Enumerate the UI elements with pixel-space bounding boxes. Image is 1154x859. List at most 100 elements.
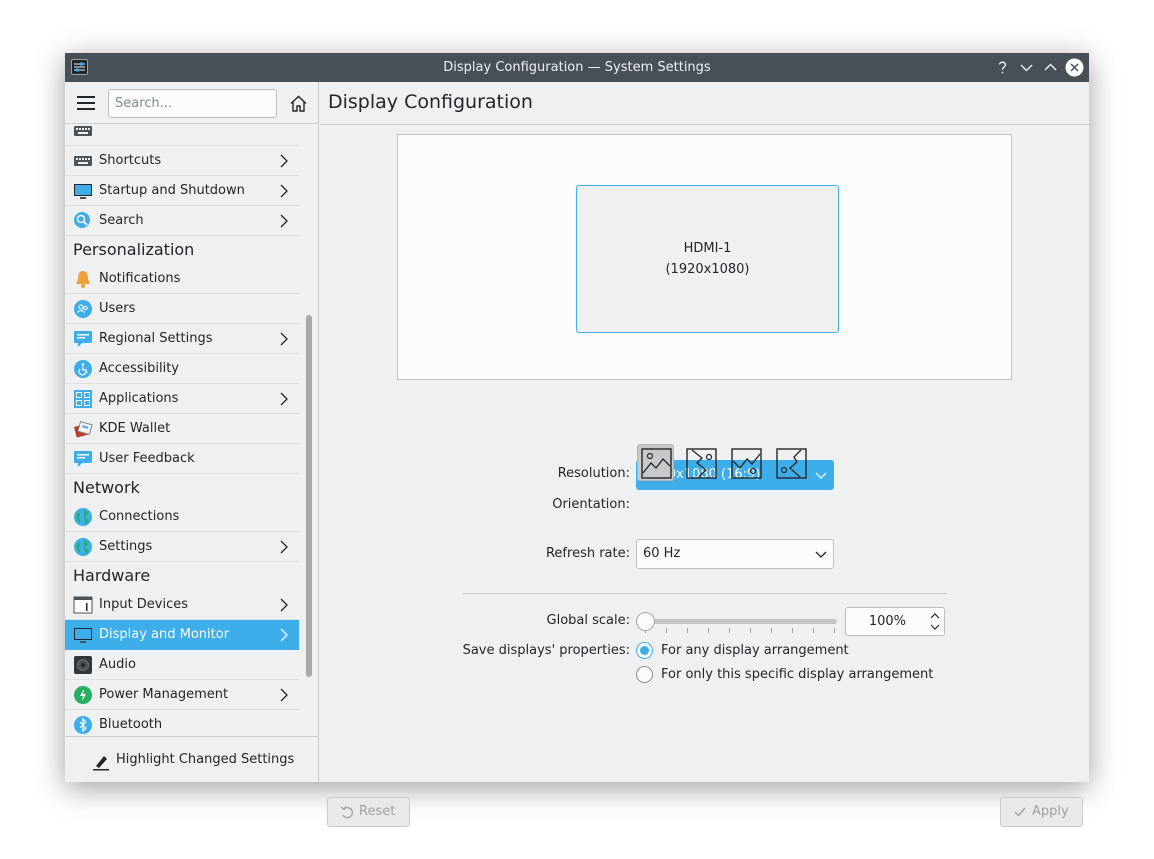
bluetooth-icon <box>74 716 92 734</box>
magnifier-icon <box>74 212 90 228</box>
sidebar-item-label: Audio <box>99 657 136 672</box>
sidebar-item-startup-and-shutdown[interactable]: Startup and Shutdown <box>65 176 299 206</box>
sidebar-item-regional-settings[interactable]: Regional Settings <box>65 324 299 354</box>
sidebar-item-display-and-monitor[interactable]: Display and Monitor <box>65 620 299 650</box>
rotate-left-icon <box>686 448 717 479</box>
sidebar-item-partial[interactable] <box>65 125 299 146</box>
slider-tick <box>792 628 793 633</box>
output-hdmi-1[interactable]: HDMI-1 (1920x1080) <box>576 185 839 333</box>
global-scale-value: 100% <box>868 614 906 629</box>
chevron-right-icon <box>280 214 288 228</box>
orientation-button-landscape[interactable] <box>637 444 674 481</box>
reset-button[interactable]: Reset <box>327 797 410 827</box>
sidebar-item-label: User Feedback <box>99 451 195 466</box>
sidebar-item-label: Settings <box>99 539 153 554</box>
slider-tick <box>813 628 814 633</box>
sidebar-list[interactable]: Shortcuts Startup and Shutdown Search Perso… <box>65 125 299 736</box>
globe-icon <box>74 508 92 526</box>
sidebar-item-label: Users <box>99 301 136 316</box>
power-icon <box>74 686 92 704</box>
sidebar-scrollbar-thumb[interactable] <box>306 315 312 677</box>
sidebar-item-label: Accessibility <box>99 361 179 376</box>
users-icon <box>74 300 92 318</box>
save-option-label-2[interactable]: For only this specific display arrangeme… <box>661 667 933 682</box>
accessibility-icon <box>74 360 92 378</box>
sidebar-item-accessibility[interactable]: Accessibility <box>65 354 299 384</box>
highlight-changed-settings-button[interactable]: Highlight Changed Settings <box>65 736 319 782</box>
orientation-button-rotate-right[interactable] <box>772 444 809 481</box>
sidebar-header <box>65 82 319 124</box>
sidebar-item-shortcuts[interactable]: Shortcuts <box>65 146 299 176</box>
slider-tick <box>687 628 688 633</box>
sidebar-item-input-devices[interactable]: Input Devices <box>65 590 299 620</box>
title-bar[interactable]: Display Configuration — System Settings <box>65 53 1089 82</box>
sidebar-item-label: Applications <box>99 391 179 406</box>
global-scale-spinbox[interactable]: 100% <box>845 607 945 636</box>
save-option-radio-1[interactable] <box>636 642 653 659</box>
global-scale-label: Global scale: <box>546 613 630 628</box>
highlight-changed-settings-label: Highlight Changed Settings <box>116 752 295 767</box>
sidebar-item-audio[interactable]: Audio <box>65 650 299 680</box>
slider-tick <box>750 628 751 633</box>
apply-button[interactable]: Apply <box>1000 797 1083 827</box>
keyboard-icon <box>74 156 92 166</box>
chevron-down-icon <box>815 472 827 479</box>
save-option-radio-2[interactable] <box>636 666 653 683</box>
save-option-label-1[interactable]: For any display arrangement <box>661 643 849 658</box>
maximize-icon[interactable] <box>1041 58 1060 77</box>
minimize-icon[interactable] <box>1017 58 1036 77</box>
grid-icon <box>74 390 92 408</box>
output-resolution: (1920x1080) <box>665 262 750 277</box>
home-icon[interactable] <box>289 94 308 113</box>
speech-bubble-icon <box>74 331 92 347</box>
sidebar-item-users[interactable]: Users <box>65 294 299 324</box>
rotate-right-icon <box>776 448 807 479</box>
sidebar-item-power-management[interactable]: Power Management <box>65 680 299 710</box>
slider-tick <box>834 628 835 633</box>
screen-layout-view[interactable]: HDMI-1 (1920x1080) <box>397 134 1012 380</box>
sidebar-item-label: Search <box>99 213 144 228</box>
page-title: Display Configuration <box>328 91 533 113</box>
close-icon[interactable] <box>1065 58 1084 77</box>
sidebar-item-applications[interactable]: Applications <box>65 384 299 414</box>
hamburger-menu-icon[interactable] <box>77 96 95 110</box>
search-input[interactable] <box>108 89 277 118</box>
sidebar-item-settings[interactable]: Settings <box>65 532 299 562</box>
wallet-icon <box>74 421 93 438</box>
refresh-rate-value: 60 Hz <box>643 546 681 561</box>
bell-icon <box>76 271 90 288</box>
global-scale-slider[interactable] <box>638 619 837 624</box>
sidebar-item-user-feedback[interactable]: User Feedback <box>65 444 299 474</box>
slider-tick <box>708 628 709 633</box>
speaker-icon <box>74 656 92 674</box>
sidebar-item-bluetooth[interactable]: Bluetooth <box>65 710 299 736</box>
orientation-button-upside-down[interactable] <box>727 444 764 481</box>
apply-label: Apply <box>1032 804 1069 819</box>
sidebar-category-hardware: Hardware <box>73 566 151 585</box>
sidebar-item-search[interactable]: Search <box>65 206 299 236</box>
sidebar-item-label: Startup and Shutdown <box>99 183 245 198</box>
sidebar-item-notifications[interactable]: Notifications <box>65 264 299 294</box>
refresh-rate-select[interactable]: 60 Hz <box>636 539 834 569</box>
help-icon[interactable] <box>993 58 1012 77</box>
slider-tick <box>729 628 730 633</box>
highlighter-icon <box>93 756 109 771</box>
orientation-button-rotate-left[interactable] <box>682 444 719 481</box>
sidebar-item-connections[interactable]: Connections <box>65 502 299 532</box>
sidebar-item-label: Regional Settings <box>99 331 213 346</box>
sidebar: Shortcuts Startup and Shutdown Search Perso… <box>65 82 319 782</box>
chevron-right-icon <box>280 628 288 642</box>
chevron-right-icon <box>280 598 288 612</box>
chevron-right-icon <box>280 392 288 406</box>
sidebar-item-label: Connections <box>99 509 180 524</box>
upside-down-icon <box>731 448 762 479</box>
header-divider <box>320 124 1089 125</box>
sidebar-item-kde-wallet[interactable]: KDE Wallet <box>65 414 299 444</box>
sidebar-category-network: Network <box>73 478 140 497</box>
chevron-right-icon <box>280 184 288 198</box>
spin-arrows-icon[interactable] <box>929 610 941 633</box>
refresh-rate-label: Refresh rate: <box>545 546 630 561</box>
speech-bubble-icon <box>74 451 92 467</box>
chevron-right-icon <box>280 540 288 554</box>
global-scale-slider-handle[interactable] <box>636 612 655 631</box>
